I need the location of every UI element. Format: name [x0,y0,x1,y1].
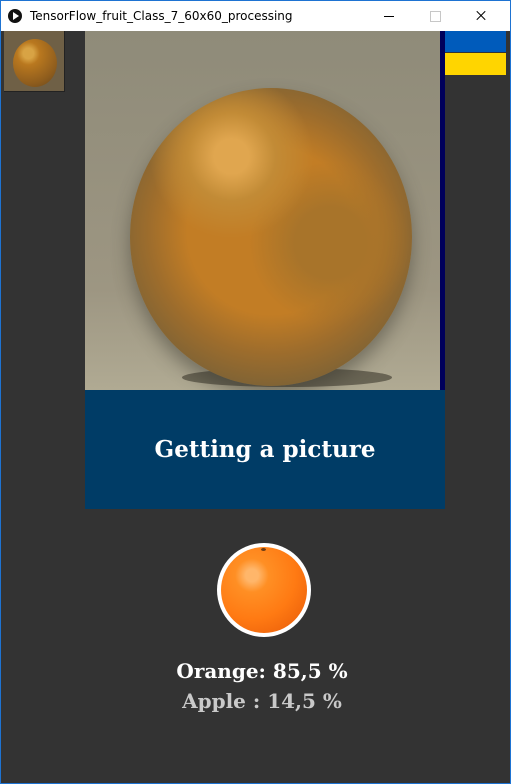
orange-icon [221,547,307,633]
orange-prediction-result: Orange: 85,5 % [176,659,348,683]
maximize-button[interactable] [412,1,458,31]
status-message: Getting a picture [154,436,376,463]
window-title: TensorFlow_fruit_Class_7_60x60_processin… [30,9,293,23]
status-panel: Getting a picture [85,390,445,509]
captured-orange-image [130,88,412,386]
camera-preview [85,31,445,390]
close-button[interactable] [458,1,504,31]
input-thumbnail [4,31,65,92]
flag-yellow-stripe [445,53,506,75]
predicted-orange-icon [217,543,311,637]
ukraine-flag [445,31,506,75]
minimize-button[interactable] [366,1,412,31]
flag-blue-stripe [445,31,506,52]
title-bar: TensorFlow_fruit_Class_7_60x60_processin… [1,1,510,31]
apple-prediction-result: Apple : 14,5 % [182,689,342,713]
processing-play-icon [8,9,22,23]
processing-canvas: Getting a picture Orange: 85,5 % Apple :… [4,31,506,781]
thumbnail-orange-image [13,39,57,87]
application-window: TensorFlow_fruit_Class_7_60x60_processin… [0,0,511,784]
